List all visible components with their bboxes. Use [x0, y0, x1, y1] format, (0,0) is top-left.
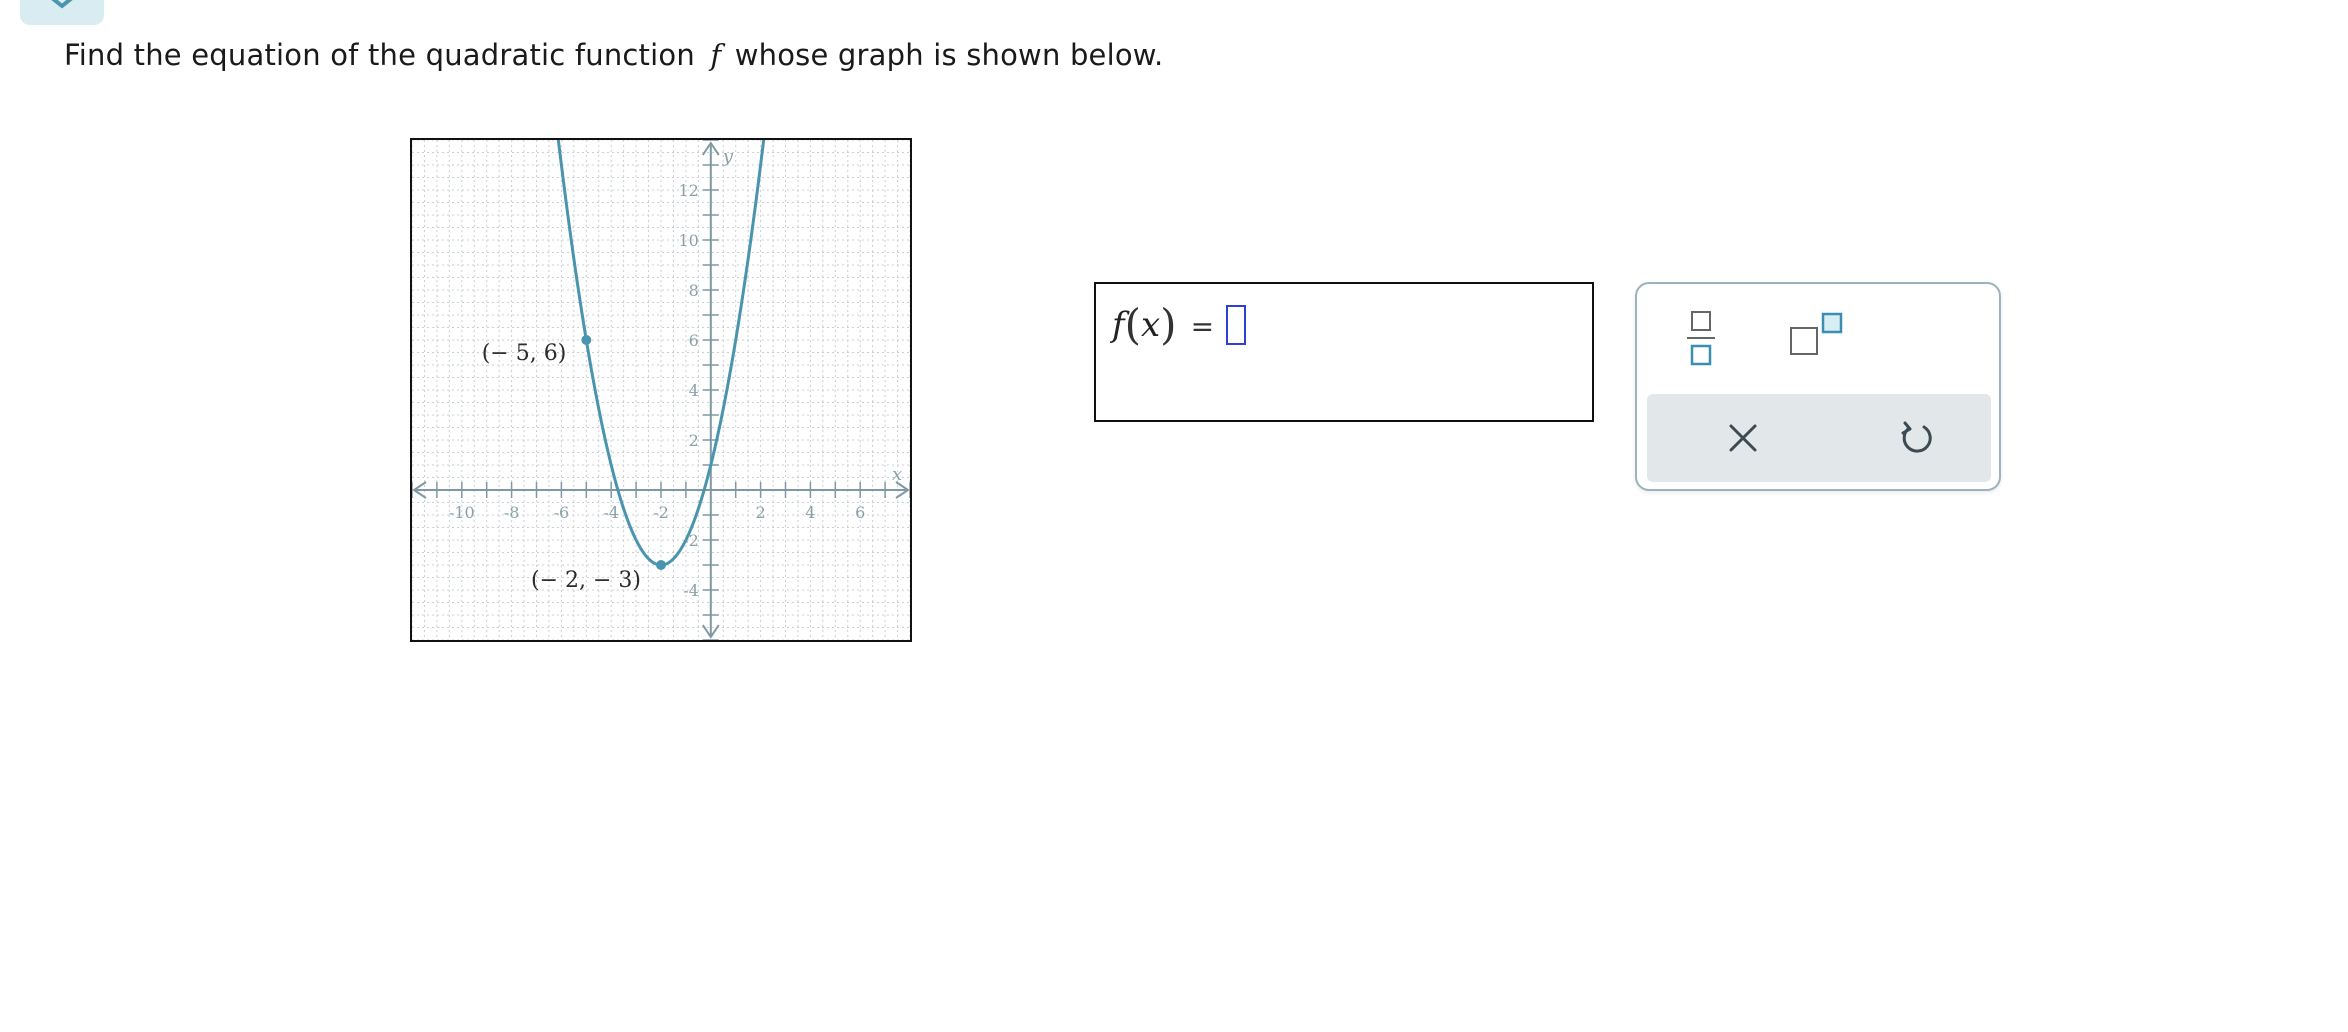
y-tick-label: 8	[689, 281, 699, 300]
x-tick-label: -8	[504, 503, 520, 522]
x-tick-label: 4	[805, 503, 815, 522]
chevron-down-icon	[51, 0, 73, 9]
y-tick-label: 6	[689, 331, 699, 350]
answer-input[interactable]	[1226, 305, 1246, 345]
function-name: f	[710, 38, 722, 72]
fraction-button[interactable]	[1681, 306, 1721, 370]
equals-sign: =	[1190, 310, 1215, 343]
point-marker	[656, 560, 666, 570]
y-axis-label: y	[722, 146, 734, 167]
answer-box[interactable]: f(x) =	[1094, 282, 1594, 422]
fraction-icon	[1687, 311, 1715, 366]
keypad-actions	[1647, 394, 1991, 482]
point-label: (− 5, 6)	[482, 341, 567, 366]
x-tick-label: 2	[756, 503, 766, 522]
undo-button[interactable]	[1893, 414, 1941, 462]
x-tick-label: -10	[449, 503, 475, 522]
exponent-icon	[1790, 312, 1843, 355]
function-label: f(x) =	[1112, 300, 1215, 349]
x-tick-label: -6	[554, 503, 570, 522]
y-tick-label: 12	[678, 181, 698, 200]
x-tick-label: -4	[603, 503, 619, 522]
y-tick-label: 10	[678, 231, 698, 250]
question-text: Find the equation of the quadratic funct…	[64, 38, 1163, 72]
x-tick-label: 6	[855, 503, 865, 522]
parabola-graph: -10 -8 -6 -4 -2 2 4 6 -4 -2 2 4 6 8 10 12 x y (− 5, 6) (− 2…	[410, 138, 912, 642]
point-marker	[581, 335, 592, 345]
math-keypad	[1635, 282, 2001, 491]
graph-canvas: -10 -8 -6 -4 -2 2 4 6-4-224681012xy(− 5, 6)(− 2…	[412, 140, 910, 640]
clear-icon	[1729, 424, 1757, 452]
exponent-button[interactable]	[1787, 310, 1847, 362]
x-tick-label: -2	[653, 503, 669, 522]
clear-button[interactable]	[1719, 414, 1767, 462]
y-tick-label: -4	[683, 581, 699, 600]
question-text-before: Find the equation of the quadratic funct…	[64, 38, 695, 72]
answer-function-name: f	[1112, 305, 1125, 345]
answer-variable: x	[1140, 305, 1161, 345]
question-text-after: whose graph is shown below.	[734, 38, 1164, 72]
collapse-tab[interactable]	[20, 0, 104, 25]
y-tick-label: 4	[689, 381, 699, 400]
point-label: (− 2, − 3)	[531, 568, 641, 593]
x-axis-label: x	[892, 464, 902, 485]
y-tick-label: 2	[689, 431, 699, 450]
undo-icon	[1901, 421, 1932, 453]
